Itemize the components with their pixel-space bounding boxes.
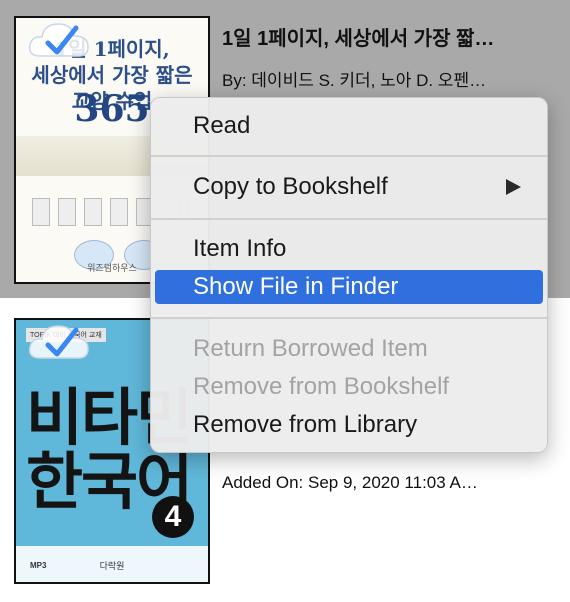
cover1-tile: [84, 198, 102, 226]
menu-separator: [151, 218, 547, 220]
icloud-downloaded-icon: [28, 325, 89, 359]
book-added-date: Added On: Sep 9, 2020 11:03 A…: [222, 473, 478, 492]
menu-separator: [151, 155, 547, 157]
menu-item-label: Copy to Bookshelf: [193, 173, 388, 200]
menu-item-item-info[interactable]: Item Info: [155, 232, 543, 266]
menu-item-return-borrowed-item[interactable]: Return Borrowed Item: [155, 332, 543, 366]
cover1-tile: [58, 198, 76, 226]
submenu-arrow-icon: [506, 179, 521, 195]
menu-separator: [151, 317, 547, 319]
book-title[interactable]: 1일 1페이지, 세상에서 가장 짧…: [222, 22, 494, 51]
menu-item-remove-from-library[interactable]: Remove from Library: [155, 408, 543, 442]
cover1-tile: [32, 198, 50, 226]
book-author: By: 데이비드 S. 키더, 노아 D. 오펜…: [222, 71, 487, 90]
cover2-publisher: 다락원: [99, 561, 125, 571]
cover2-volume-number: 4: [152, 496, 194, 538]
context-menu: Read Copy to Bookshelf Item Info Show Fi…: [150, 97, 548, 453]
menu-item-copy-to-bookshelf[interactable]: Copy to Bookshelf: [155, 170, 543, 204]
icloud-downloaded-icon: [28, 23, 89, 57]
menu-item-remove-from-bookshelf[interactable]: Remove from Bookshelf: [155, 370, 543, 404]
menu-item-show-file-in-finder[interactable]: Show File in Finder: [155, 270, 543, 304]
cover1-tile: [110, 198, 128, 226]
menu-item-read[interactable]: Read: [155, 109, 543, 143]
